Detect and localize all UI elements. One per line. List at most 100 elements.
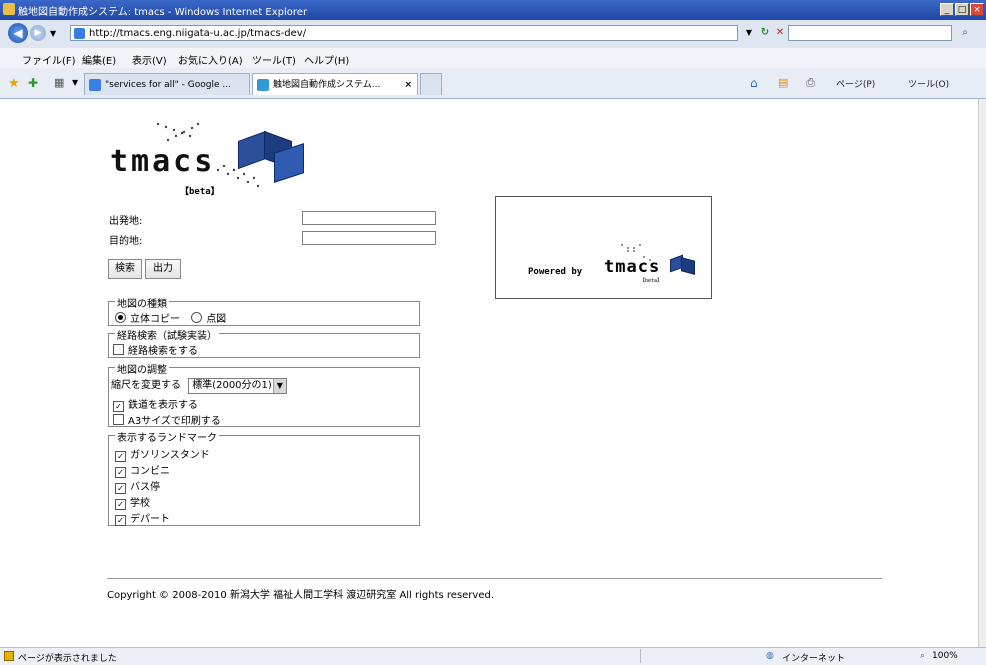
landmark-school-checkbox[interactable]: ✓ [115, 499, 126, 510]
landmark-item: ✓ コンビニ [115, 462, 170, 478]
a3-label: A3サイズで印刷する [128, 416, 221, 427]
menu-edit[interactable]: 編集(E) [82, 52, 116, 67]
tab-google[interactable]: "services for all" - Google ... [84, 73, 250, 95]
status-panels [640, 649, 761, 663]
tmacs-logo: tmacs 【beta】 [108, 118, 308, 200]
route-search-label: 経路検索をする [128, 346, 198, 357]
radio-3d-copy-label: 立体コピー [130, 314, 180, 325]
refresh-icon[interactable]: ↻ [758, 26, 772, 40]
search-button[interactable]: 検索 [108, 259, 142, 279]
tab-tmacs-label: 触地図自動作成システム... [273, 80, 381, 90]
window-title-bar: 触地図自動作成システム: tmacs - Windows Internet Ex… [0, 0, 986, 20]
rail-checkbox[interactable]: ✓ [113, 401, 124, 412]
landmark-bus-checkbox[interactable]: ✓ [115, 483, 126, 494]
home-icon[interactable]: ⌂ [750, 76, 758, 90]
stop-icon[interactable]: ✕ [773, 26, 787, 40]
destination-input[interactable] [302, 231, 436, 245]
address-input[interactable]: http://tmacs.eng.niigata-u.ac.jp/tmacs-d… [70, 25, 738, 41]
zoom-level[interactable]: 100% [932, 651, 958, 661]
landmark-item: ✓ ガソリンスタンド [115, 446, 210, 462]
rail-label: 鉄道を表示する [128, 400, 198, 411]
logo-beta: 【beta】 [180, 187, 220, 197]
route-search-row: 経路検索をする [113, 342, 198, 357]
scale-label: 縮尺を変更する [111, 380, 181, 391]
status-text: ページが表示されました [18, 654, 117, 664]
address-dropdown-icon[interactable]: ▼ [742, 26, 756, 40]
a3-checkbox[interactable] [113, 414, 124, 425]
tab-list-dropdown-icon[interactable]: ▼ [72, 78, 78, 87]
scale-row: 縮尺を変更する 標準(2000分の1) ▼ [111, 376, 287, 394]
history-dropdown-icon[interactable]: ▼ [50, 29, 56, 38]
tools-menu[interactable]: ツール(O) [908, 77, 949, 90]
map-adjust-legend: 地図の調整 [115, 361, 169, 376]
copyright-text: Copyright © 2008-2010 新潟大学 福祉人間工学科 渡辺研究室… [107, 590, 495, 601]
powered-by-text: Powered by [528, 267, 583, 277]
landmarks-group: 表示するランドマーク ✓ ガソリンスタンド ✓ コンビニ ✓ バス停 ✓ 学校 ✓ デパー… [108, 429, 420, 526]
map-type-legend: 地図の種類 [115, 295, 169, 310]
tab-tmacs[interactable]: 触地図自動作成システム... × [252, 73, 418, 95]
add-favorite-icon[interactable]: ✚ [28, 76, 38, 90]
menu-view[interactable]: 表示(V) [132, 52, 167, 67]
destination-label: 目的地: [109, 236, 143, 247]
landmark-gas-label: ガソリンスタンド [130, 450, 210, 461]
feeds-icon[interactable]: ▤ [778, 76, 788, 89]
origin-label: 出発地: [109, 216, 143, 227]
landmark-convenience-label: コンビニ [130, 466, 170, 477]
chevron-down-icon: ▼ [272, 379, 286, 393]
footer-divider [107, 578, 882, 579]
landmark-convenience-checkbox[interactable]: ✓ [115, 467, 126, 478]
new-tab-button[interactable] [420, 73, 442, 95]
status-bar: ページが表示されました ◍ インターネット ⌕ 100% [0, 647, 986, 665]
tab-close-icon[interactable]: × [404, 74, 412, 95]
tab-google-label: "services for all" - Google ... [105, 80, 231, 90]
landmark-dept-label: デパート [130, 514, 170, 525]
scale-select[interactable]: 標準(2000分の1) ▼ [188, 378, 287, 394]
tab-bar: ★ ✚ ▦ ▼ "services for all" - Google ... … [0, 68, 986, 99]
url-text: http://tmacs.eng.niigata-u.ac.jp/tmacs-d… [89, 28, 307, 39]
landmark-item: ✓ バス停 [115, 478, 160, 494]
radio-dot-map[interactable] [191, 312, 203, 323]
forward-button[interactable]: ▶ [30, 25, 46, 41]
landmark-dept-checkbox[interactable]: ✓ [115, 515, 126, 526]
window-title: 触地図自動作成システム: tmacs - Windows Internet Ex… [18, 7, 308, 18]
powered-logo-beta: 【beta】 [640, 278, 663, 284]
radio-3d-copy[interactable] [115, 312, 126, 323]
origin-input[interactable] [302, 211, 436, 225]
map-adjust-group: 地図の調整 縮尺を変更する 標準(2000分の1) ▼ ✓ 鉄道を表示する A3サ… [108, 361, 420, 427]
powered-cube-2 [681, 257, 695, 275]
output-button[interactable]: 出力 [145, 259, 181, 279]
menu-help[interactable]: ヘルプ(H) [304, 52, 349, 67]
close-window-button[interactable]: × [970, 3, 984, 16]
landmark-item: ✓ 学校 [115, 494, 150, 510]
maximize-button[interactable]: □ [955, 3, 969, 16]
zone-text: インターネット [782, 654, 846, 664]
ie-icon [3, 3, 15, 15]
minimize-button[interactable]: _ [940, 3, 954, 16]
route-search-group: 経路検索（試験実装） 経路検索をする [108, 327, 420, 358]
page-status-icon [4, 651, 14, 661]
page-menu[interactable]: ページ(P) [836, 77, 875, 90]
rail-row: ✓ 鉄道を表示する [113, 396, 198, 412]
zoom-icon: ⌕ [920, 651, 926, 661]
quick-tabs-icon[interactable]: ▦ [54, 76, 64, 89]
landmark-item: ✓ デパート [115, 510, 170, 526]
search-input[interactable] [788, 25, 952, 41]
menu-tools[interactable]: ツール(T) [252, 52, 296, 67]
print-icon[interactable]: ⎙ [806, 76, 815, 90]
landmark-gas-checkbox[interactable]: ✓ [115, 451, 126, 462]
route-search-checkbox[interactable] [113, 344, 124, 355]
powered-by-box: Powered by tmacs 【beta】 [495, 196, 712, 299]
search-icon[interactable]: ⌕ [958, 26, 972, 40]
favorites-star-icon[interactable]: ★ [8, 76, 20, 91]
address-toolbar: ◀ ▶ ▼ http://tmacs.eng.niigata-u.ac.jp/t… [0, 20, 986, 49]
vertical-scrollbar[interactable] [978, 99, 986, 647]
scale-value: 標準(2000分の1) [192, 380, 272, 391]
map-type-options: 立体コピー 点図 [115, 310, 226, 325]
radio-dot-map-label: 点図 [206, 314, 227, 325]
menu-favorites[interactable]: お気に入り(A) [178, 52, 243, 67]
menu-file[interactable]: ファイル(F) [22, 52, 76, 67]
back-button[interactable]: ◀ [8, 23, 28, 43]
globe-icon: ◍ [766, 651, 774, 661]
a3-row: A3サイズで印刷する [113, 412, 221, 427]
landmarks-legend: 表示するランドマーク [115, 429, 219, 444]
